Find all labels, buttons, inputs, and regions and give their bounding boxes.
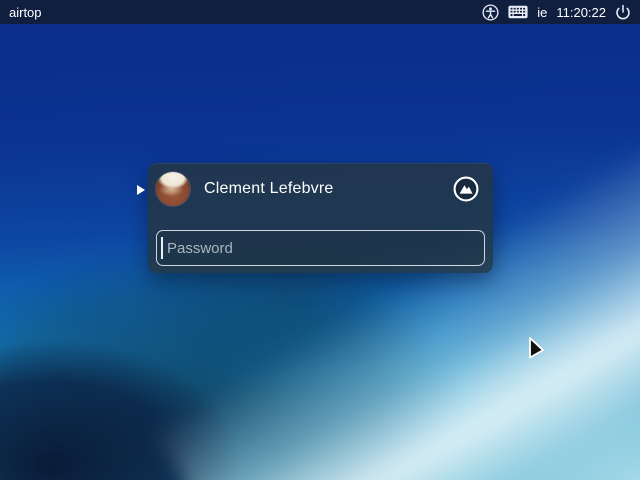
top-bar: airtop: [0, 0, 640, 24]
hostname-label: airtop: [9, 5, 42, 20]
user-row[interactable]: Clement Lefebvre: [148, 163, 493, 206]
accessibility-icon[interactable]: [482, 4, 499, 21]
keyboard-icon[interactable]: [508, 5, 528, 19]
username-label: Clement Lefebvre: [204, 180, 334, 198]
login-panel: Clement Lefebvre: [148, 163, 493, 273]
user-select-arrow-icon: [137, 185, 145, 195]
keyboard-layout-indicator[interactable]: ie: [537, 5, 547, 20]
text-caret: [161, 237, 163, 259]
power-icon[interactable]: [615, 4, 631, 20]
login-screen: airtop: [0, 0, 640, 480]
session-badge-icon[interactable]: [453, 176, 479, 202]
clock: 11:20:22: [556, 5, 606, 20]
user-avatar: [156, 172, 190, 206]
password-input[interactable]: [156, 230, 485, 266]
